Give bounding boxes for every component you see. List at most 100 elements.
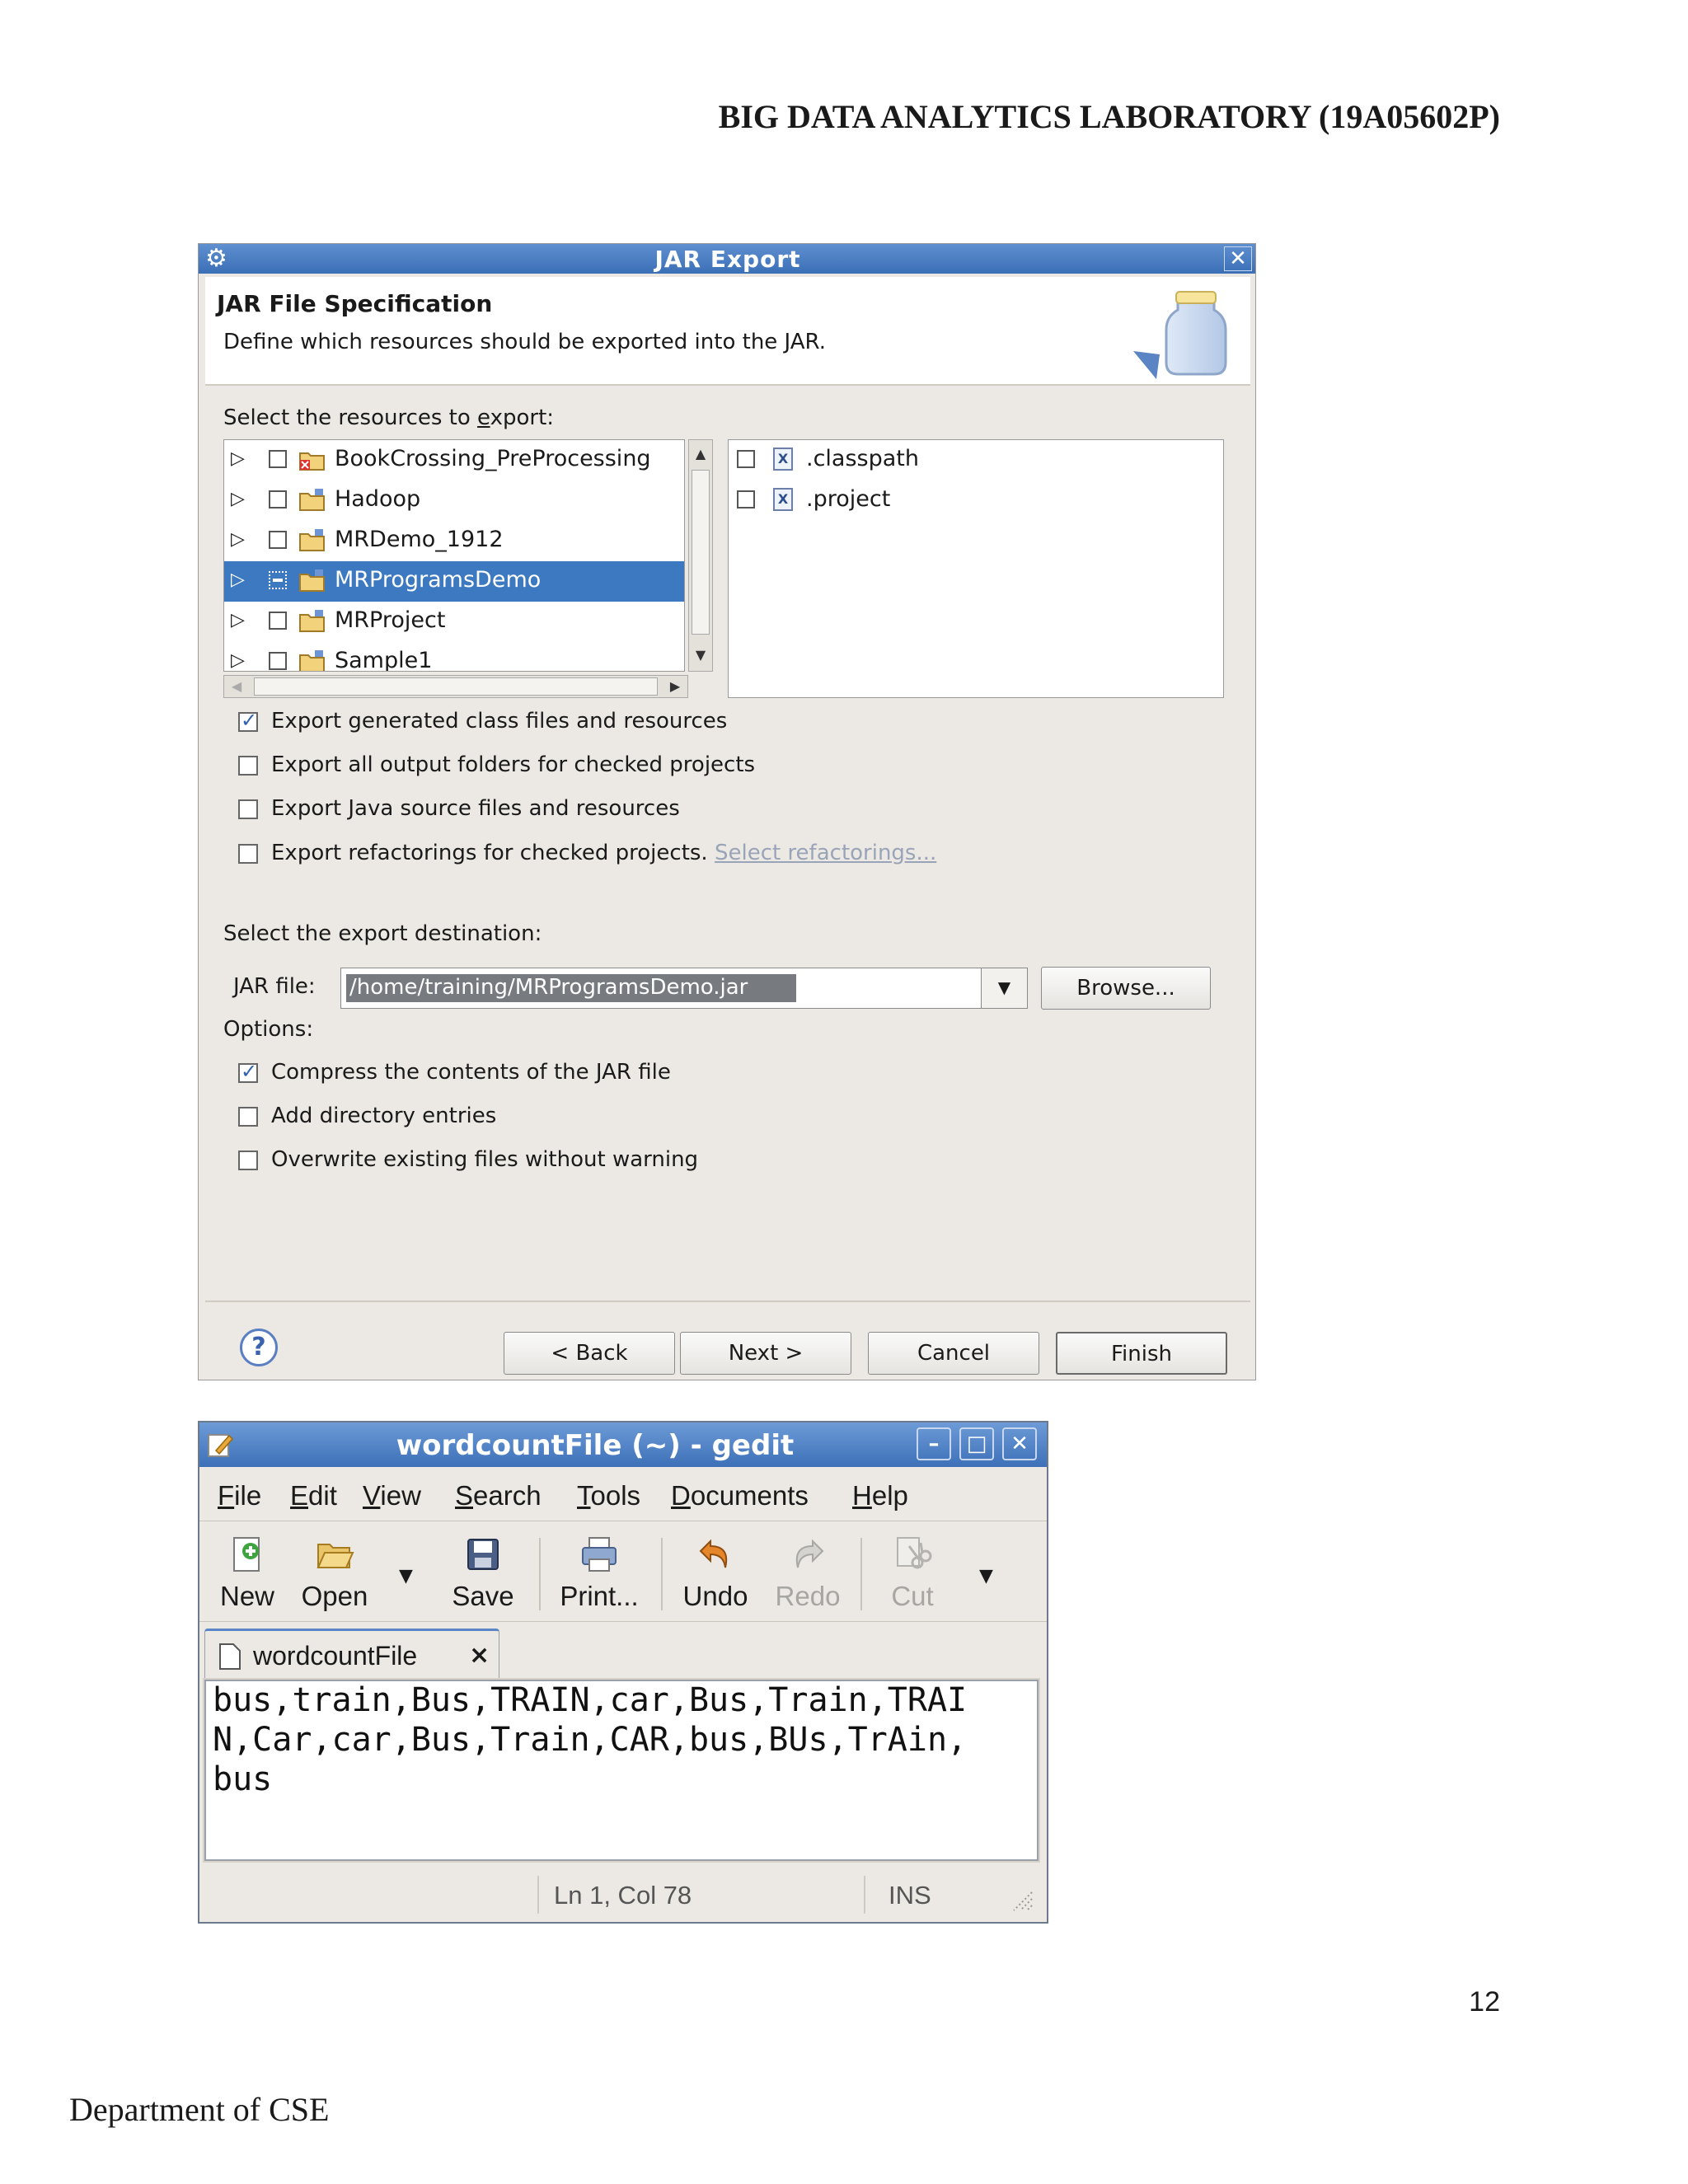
menu-tools[interactable]: Tools xyxy=(577,1480,640,1511)
tab-wordcountfile[interactable]: wordcountFile × xyxy=(204,1629,499,1683)
resize-grip-icon[interactable] xyxy=(1009,1887,1034,1912)
menu-search[interactable]: Search xyxy=(455,1480,542,1511)
resource-file-list[interactable]: X .classpath X .project xyxy=(728,439,1224,698)
cursor-position: Ln 1, Col 78 xyxy=(554,1881,692,1910)
expand-arrow-icon[interactable]: ▷ xyxy=(231,569,245,590)
expand-arrow-icon[interactable]: ▷ xyxy=(231,650,245,671)
jar-file-label: JAR file: xyxy=(233,974,316,999)
minimize-button[interactable]: – xyxy=(917,1427,951,1460)
scroll-thumb[interactable] xyxy=(692,470,710,635)
footer-divider xyxy=(205,1301,1250,1302)
tree-checkbox[interactable] xyxy=(269,531,287,549)
window-close-button[interactable]: ✕ xyxy=(1002,1427,1037,1460)
destination-label: Select the export destination: xyxy=(223,921,542,946)
tree-item-mrproject[interactable]: ▷ MRProject xyxy=(224,602,684,642)
help-icon[interactable]: ? xyxy=(240,1329,278,1366)
menu-view[interactable]: View xyxy=(363,1480,421,1511)
toolbar-label: Open xyxy=(301,1581,368,1611)
option-label: Overwrite existing files without warning xyxy=(271,1147,699,1172)
checkbox[interactable] xyxy=(238,1107,258,1127)
text-editor-area[interactable]: bus,train,Bus,TRAIN,car,Bus,Train,TRAI N… xyxy=(203,1678,1040,1863)
redo-button[interactable]: Redo xyxy=(765,1523,851,1622)
tree-item-sample1[interactable]: ▷ Sample1 xyxy=(224,642,684,671)
tree-vertical-scrollbar[interactable]: ▲ ▼ xyxy=(688,439,713,672)
expand-arrow-icon[interactable]: ▷ xyxy=(231,610,245,630)
option-label: Export refactorings for checked projects… xyxy=(271,841,708,865)
option-label: Export generated class files and resourc… xyxy=(271,709,728,733)
close-button[interactable]: ✕ xyxy=(1224,246,1252,271)
print-button[interactable]: Print... xyxy=(551,1523,648,1622)
file-item-label: .classpath xyxy=(806,446,919,471)
jar-icon xyxy=(1133,291,1227,379)
option-label: Export all output folders for checked pr… xyxy=(271,752,756,777)
menu-documents[interactable]: Documents xyxy=(671,1480,809,1511)
menubar: File Edit View Search Tools Documents He… xyxy=(199,1469,1047,1521)
file-item-classpath[interactable]: X .classpath xyxy=(729,440,1223,480)
tree-horizontal-scrollbar[interactable]: ◀ ▶ xyxy=(223,675,688,698)
project-folder-icon xyxy=(299,650,325,671)
checkbox[interactable] xyxy=(238,756,258,776)
jar-dialog-title: JAR Export xyxy=(654,246,801,273)
tree-checkbox[interactable] xyxy=(269,612,287,630)
tree-item-mrprogramsdemo[interactable]: ▷ MRProgramsDemo xyxy=(224,561,684,602)
tree-checkbox[interactable] xyxy=(269,652,287,670)
file-item-project[interactable]: X .project xyxy=(729,480,1223,521)
file-checkbox[interactable] xyxy=(737,450,755,468)
open-button[interactable]: Open xyxy=(290,1523,379,1622)
cut-button[interactable]: Cut xyxy=(872,1523,953,1622)
tree-item-label: BookCrossing_PreProcessing xyxy=(335,446,651,471)
menu-file[interactable]: File xyxy=(218,1480,261,1511)
tree-checkbox[interactable] xyxy=(269,571,287,589)
tree-item-mrdemo[interactable]: ▷ MRDemo_1912 xyxy=(224,521,684,561)
next-button[interactable]: Next > xyxy=(680,1332,851,1375)
document-icon xyxy=(219,1643,241,1670)
scroll-up-icon[interactable]: ▲ xyxy=(690,443,711,465)
gedit-window: wordcountFile (~) - gedit – □ ✕ File Edi… xyxy=(198,1421,1048,1924)
maximize-button[interactable]: □ xyxy=(959,1427,994,1460)
back-button[interactable]: < Back xyxy=(504,1332,675,1375)
banner-description: Define which resources should be exporte… xyxy=(223,330,826,354)
toolbar-label: Cut xyxy=(891,1581,934,1611)
save-button[interactable]: Save xyxy=(438,1523,528,1622)
expand-arrow-icon[interactable]: ▷ xyxy=(231,448,245,469)
tree-item-bookcrossing[interactable]: ▷ BookCrossing_PreProcessing xyxy=(224,440,684,480)
cancel-button[interactable]: Cancel xyxy=(868,1332,1039,1375)
checkbox[interactable] xyxy=(238,799,258,819)
jar-dialog-titlebar[interactable]: ⚙ JAR Export ✕ xyxy=(199,244,1255,274)
gedit-window-title: wordcountFile (~) - gedit xyxy=(396,1429,795,1462)
scroll-down-icon[interactable]: ▼ xyxy=(690,644,711,666)
expand-arrow-icon[interactable]: ▷ xyxy=(231,529,245,550)
checkbox[interactable] xyxy=(238,709,258,732)
open-recent-dropdown-icon[interactable]: ▼ xyxy=(399,1566,413,1586)
tree-checkbox[interactable] xyxy=(269,450,287,468)
select-refactorings-link[interactable]: Select refactorings... xyxy=(715,841,936,865)
checkbox[interactable] xyxy=(238,1151,258,1170)
chevron-down-icon[interactable]: ▼ xyxy=(981,968,1027,1008)
toolbar: New Open ▼ Save Print... Undo Redo Cut ▼ xyxy=(199,1523,1047,1622)
checkbox[interactable] xyxy=(238,1060,258,1083)
expand-arrow-icon[interactable]: ▷ xyxy=(231,489,245,509)
jar-file-input[interactable]: /home/training/MRProgramsDemo.jar xyxy=(349,975,748,1000)
tab-close-icon[interactable]: × xyxy=(469,1641,490,1670)
toolbar-label: Print... xyxy=(560,1581,639,1611)
browse-button[interactable]: Browse... xyxy=(1041,967,1211,1010)
menu-help[interactable]: Help xyxy=(852,1480,908,1511)
jar-file-combo[interactable]: /home/training/MRProgramsDemo.jar ▼ xyxy=(340,968,1028,1009)
tree-item-hadoop[interactable]: ▷ Hadoop xyxy=(224,480,684,521)
toolbar-overflow-icon[interactable]: ▼ xyxy=(979,1566,993,1586)
scroll-thumb[interactable] xyxy=(254,677,658,696)
gedit-titlebar[interactable]: wordcountFile (~) - gedit – □ ✕ xyxy=(199,1422,1047,1467)
undo-button[interactable]: Undo xyxy=(673,1523,758,1622)
scroll-left-icon[interactable]: ◀ xyxy=(226,676,247,697)
status-separator xyxy=(537,1876,539,1914)
checkbox[interactable] xyxy=(238,844,258,864)
menu-edit[interactable]: Edit xyxy=(290,1480,337,1511)
tree-checkbox[interactable] xyxy=(269,490,287,509)
document-header: BIG DATA ANALYTICS LABORATORY (19A05602P… xyxy=(718,98,1500,135)
finish-button[interactable]: Finish xyxy=(1056,1332,1227,1375)
new-button[interactable]: New xyxy=(208,1523,287,1622)
file-checkbox[interactable] xyxy=(737,490,755,509)
project-tree[interactable]: ▷ BookCrossing_PreProcessing ▷ Hadoop ▷ … xyxy=(223,439,685,672)
project-folder-icon xyxy=(299,489,325,511)
scroll-right-icon[interactable]: ▶ xyxy=(664,676,686,697)
